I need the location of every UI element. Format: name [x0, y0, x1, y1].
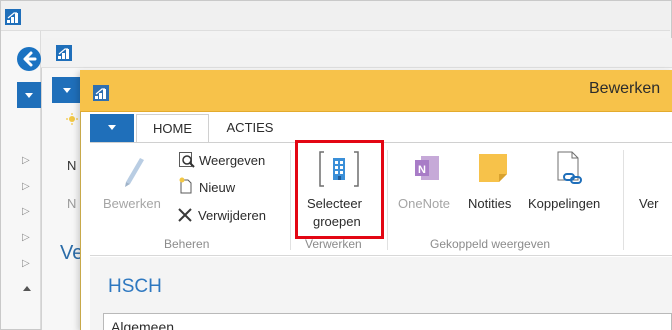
view-icon: [178, 151, 196, 169]
chevron-up-icon[interactable]: [23, 286, 31, 291]
sun-icon: [66, 112, 78, 125]
front-window-titlebar: [80, 70, 672, 112]
chevron-down-icon: [25, 93, 33, 98]
window-title: Bewerken: [589, 80, 661, 97]
chevron-right-icon[interactable]: ▷: [22, 156, 30, 166]
group-label-verwerken: Verwerken: [305, 237, 362, 251]
app-logo-icon: [93, 85, 109, 101]
middle-menu-button[interactable]: [52, 77, 82, 103]
view-button[interactable]: Weergeven: [199, 153, 265, 168]
section-title[interactable]: Algemeen: [111, 319, 174, 330]
onenote-icon: N: [411, 152, 441, 184]
outer-window-titlebar: [1, 1, 670, 31]
app-logo-icon: [5, 9, 21, 25]
middle-peek-label: N: [67, 158, 77, 173]
chevron-right-icon[interactable]: ▷: [22, 233, 30, 243]
chevron-right-icon[interactable]: ▷: [22, 259, 30, 269]
section-algemeen[interactable]: [103, 313, 672, 330]
back-arrow-icon[interactable]: [17, 47, 41, 71]
more-button[interactable]: Ver: [639, 196, 659, 211]
pencil-icon: [120, 152, 148, 188]
chevron-right-icon[interactable]: ▷: [22, 182, 30, 192]
tab-home[interactable]: HOME: [136, 114, 209, 143]
highlight-box: [295, 140, 384, 239]
chevron-right-icon[interactable]: ▷: [22, 207, 30, 217]
delete-button[interactable]: Verwijderen: [198, 208, 266, 223]
middle-window-titlebar: [41, 38, 672, 68]
new-icon: [178, 177, 194, 195]
notes-button[interactable]: Notities: [468, 196, 511, 211]
links-icon: [554, 150, 586, 186]
record-title: HSCH: [108, 276, 162, 297]
chevron-down-icon: [63, 88, 71, 93]
delete-icon: [176, 206, 194, 224]
group-separator: [623, 150, 624, 250]
new-button[interactable]: Nieuw: [199, 180, 235, 195]
notes-icon: [477, 152, 509, 184]
group-separator: [290, 150, 291, 250]
app-menu-button[interactable]: [90, 114, 134, 142]
tab-acties[interactable]: ACTIES: [214, 114, 286, 142]
group-label-gekoppeld-weergeven: Gekoppeld weergeven: [430, 237, 551, 251]
chevron-down-icon: [108, 125, 116, 130]
app-logo-icon: [56, 45, 72, 61]
edit-button[interactable]: Bewerken: [103, 196, 161, 211]
svg-text:N: N: [418, 164, 426, 176]
links-button[interactable]: Koppelingen: [528, 196, 600, 211]
navigation-strip: [1, 31, 41, 329]
group-separator: [387, 150, 388, 250]
outer-menu-button[interactable]: [17, 82, 41, 108]
onenote-button[interactable]: OneNote: [398, 196, 450, 211]
middle-peek-label: N: [67, 196, 77, 211]
group-label-beheren: Beheren: [164, 237, 210, 251]
